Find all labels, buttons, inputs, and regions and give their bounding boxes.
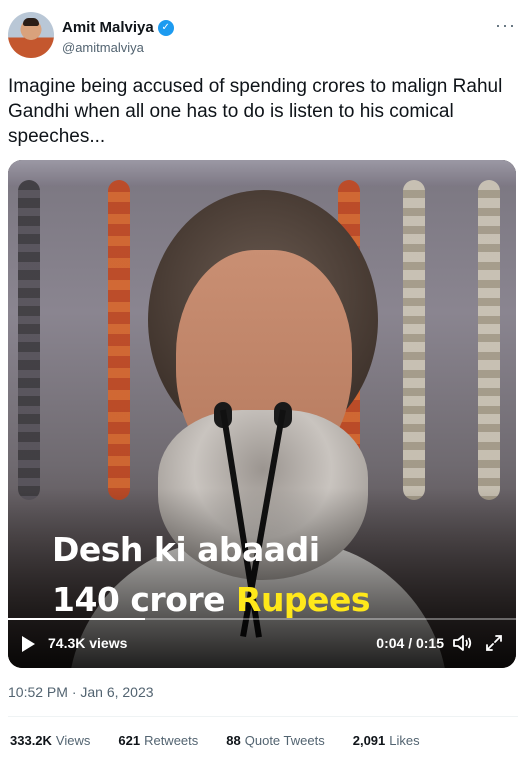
volume-icon[interactable] — [452, 633, 472, 653]
video-caption-line-1: Desh ki abaadi — [52, 530, 320, 569]
video-view-count: 74.3K views — [48, 635, 128, 651]
stat-likes[interactable]: 2,091 Likes — [353, 733, 420, 748]
more-options-icon[interactable]: ··· — [495, 16, 516, 34]
caption-highlight: Rupees — [236, 580, 370, 619]
avatar[interactable] — [8, 12, 54, 58]
author-handle[interactable]: @amitmalviya — [62, 40, 144, 55]
tweet-stats: 333.2K Views 621 Retweets 88 Quote Tweets 2… — [10, 733, 420, 748]
video-time: 0:04 / 0:15 — [376, 635, 444, 651]
stat-retweets[interactable]: 621 Retweets — [118, 733, 198, 748]
divider — [8, 716, 518, 717]
garland-decoration — [18, 180, 40, 500]
tweet-header: Amit Malviya ✓ @amitmalviya ··· — [8, 12, 520, 60]
garland-decoration — [403, 180, 425, 500]
author-name-row[interactable]: Amit Malviya ✓ — [62, 19, 174, 36]
verified-badge-icon: ✓ — [157, 19, 174, 36]
video-controls: 74.3K views 0:04 / 0:15 — [8, 620, 516, 668]
garland-decoration — [108, 180, 130, 500]
tweet-timestamp[interactable]: 10:52 PM · Jan 6, 2023 — [8, 684, 154, 700]
tweet-text: Imagine being accused of spending crores… — [8, 76, 503, 147]
fullscreen-icon[interactable] — [484, 633, 504, 653]
video-caption-line-2: 140 crore Rupees — [52, 580, 370, 619]
play-icon[interactable] — [22, 636, 35, 652]
author-name[interactable]: Amit Malviya — [62, 19, 154, 36]
stat-quote-tweets[interactable]: 88 Quote Tweets — [226, 733, 324, 748]
garland-decoration — [478, 180, 500, 500]
stat-views[interactable]: 333.2K Views — [10, 733, 90, 748]
video-player[interactable]: Desh ki abaadi 140 crore Rupees 74.3K vi… — [8, 160, 516, 668]
